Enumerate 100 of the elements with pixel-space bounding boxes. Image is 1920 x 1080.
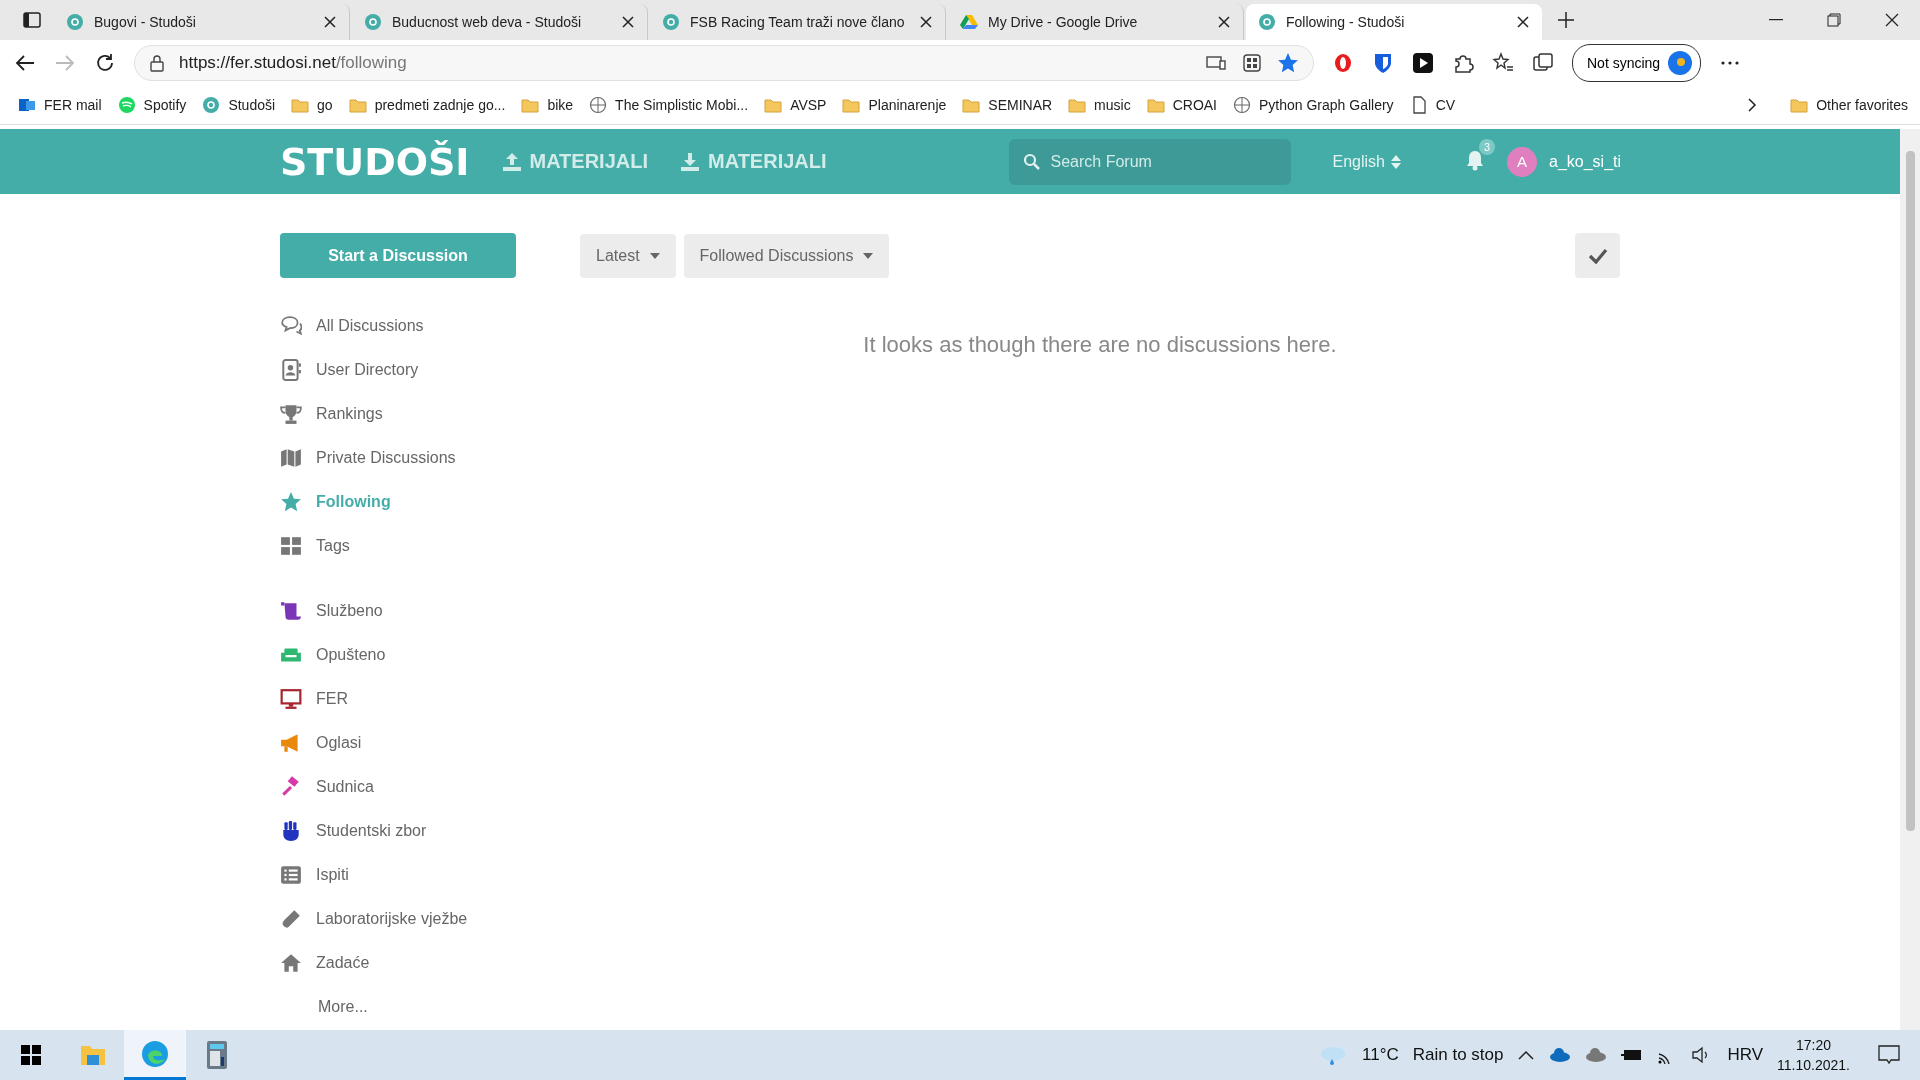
apps-icon[interactable] <box>1241 52 1263 74</box>
username: a_ko_si_ti <box>1549 152 1622 171</box>
folder-icon <box>962 96 981 114</box>
favorites-icon[interactable] <box>1492 52 1514 74</box>
close-icon[interactable] <box>1516 15 1530 29</box>
browser-tab[interactable]: FSB Racing Team traži nove člano <box>650 4 946 40</box>
tab-title: Following - Studoši <box>1286 14 1406 30</box>
site-icon <box>662 13 680 31</box>
bookmark[interactable]: Python Graph Gallery <box>1233 96 1394 114</box>
site-icon <box>1258 13 1276 31</box>
mail-icon <box>18 96 36 114</box>
address-book-icon <box>280 359 302 381</box>
clock[interactable]: 17:20 11.10.2021. <box>1777 1035 1850 1075</box>
globe-icon <box>1233 96 1251 114</box>
close-icon[interactable] <box>323 15 337 29</box>
sidebar-item[interactable]: Laboratorijske vježbe <box>280 897 580 941</box>
bookmark[interactable]: go <box>291 96 333 114</box>
cloud-icon[interactable] <box>1585 1048 1608 1062</box>
browser-tab[interactable]: My Drive - Google Drive <box>948 4 1244 40</box>
sidebar-item[interactable]: Službeno <box>280 589 580 633</box>
mark-all-read-button[interactable] <box>1575 233 1620 278</box>
temperature: 11°C <box>1362 1045 1399 1065</box>
bookmark-label: Python Graph Gallery <box>1259 97 1394 113</box>
windows-start-icon[interactable] <box>20 1044 42 1066</box>
star-icon <box>280 491 302 513</box>
bookmark-label: Other favorites <box>1816 97 1908 113</box>
bookmark-label: predmeti zadnje go... <box>374 97 506 113</box>
calculator-icon[interactable] <box>207 1041 227 1069</box>
sidebar-item[interactable]: FER <box>280 677 580 721</box>
play-icon[interactable] <box>1412 52 1434 74</box>
notification-badge: 3 <box>1479 138 1495 155</box>
sidebar-item[interactable]: Tags <box>280 524 580 568</box>
sidebar-item[interactable]: Studentski zbor <box>280 809 580 853</box>
puzzle-icon[interactable] <box>1452 52 1474 74</box>
profile-sync-button[interactable]: Not syncing <box>1572 44 1702 82</box>
bookmark-label: bike <box>547 97 574 113</box>
bookmark[interactable]: Planinarenje <box>842 96 947 114</box>
upload-icon <box>501 151 522 172</box>
collections-icon[interactable] <box>1532 52 1554 74</box>
browser-tab[interactable]: Buducnost web deva - Studoši <box>352 4 648 40</box>
sort-dropdown[interactable]: Latest <box>580 233 676 278</box>
lock-icon <box>149 54 165 72</box>
sidebar-item[interactable]: Oglasi <box>280 721 580 765</box>
bookmark[interactable]: Studoši <box>202 96 276 114</box>
sidebar-item[interactable]: Ispiti <box>280 853 580 897</box>
site-icon <box>202 96 221 114</box>
bookmark-label: FER mail <box>44 97 102 113</box>
folder-icon <box>842 96 861 114</box>
avatar-icon <box>1668 51 1693 75</box>
sidebar-item[interactable]: Private Discussions <box>280 436 580 480</box>
plus-icon[interactable] <box>1557 11 1575 29</box>
notifications-icon[interactable] <box>1878 1045 1900 1065</box>
folder-icon <box>764 96 783 114</box>
close-icon[interactable] <box>919 15 933 29</box>
tab-actions-icon[interactable] <box>23 11 41 29</box>
map-icon <box>280 447 302 469</box>
bookmark[interactable]: Spotify <box>117 96 187 114</box>
bookmark[interactable]: SEMINAR <box>962 96 1053 114</box>
cloud-icon[interactable] <box>1549 1048 1572 1062</box>
sidebar-item[interactable]: Sudnica <box>280 765 580 809</box>
download-icon <box>680 151 700 172</box>
close-icon[interactable] <box>1217 15 1231 29</box>
battery-icon[interactable] <box>1621 1048 1644 1062</box>
bookmark[interactable]: predmeti zadnje go... <box>348 96 506 114</box>
more-link[interactable]: More... <box>280 985 580 1029</box>
input-language[interactable]: HRV <box>1727 1045 1764 1065</box>
bookmark[interactable]: FER mail <box>18 96 102 114</box>
refresh-icon[interactable] <box>94 52 116 74</box>
bookmark[interactable]: AVSP <box>764 96 827 114</box>
bookmark[interactable]: The Simplistic Mobi... <box>589 96 749 114</box>
bookmark[interactable]: CROAI <box>1146 96 1217 114</box>
browser-icon[interactable] <box>140 1038 170 1069</box>
browser-tab[interactable]: Bugovi - Studoši <box>54 4 350 40</box>
sort-icon <box>1391 154 1401 169</box>
bookmark[interactable]: music <box>1068 96 1131 114</box>
filter-dropdown[interactable]: Followed Discussions <box>683 233 890 278</box>
chevron-up-icon[interactable] <box>1517 1049 1536 1061</box>
sidebar-item[interactable]: Opušteno <box>280 633 580 677</box>
bookmark-label: Spotify <box>143 97 187 113</box>
sidebar-item[interactable]: User Directory <box>280 348 580 392</box>
bookmark[interactable]: Other favorites <box>1790 96 1908 114</box>
bookmark[interactable]: bike <box>521 96 574 114</box>
search-field[interactable]: Search Forum <box>1008 138 1291 185</box>
minimize-icon[interactable] <box>1769 19 1783 21</box>
scrollbar[interactable] <box>1900 129 1920 1030</box>
star-icon[interactable] <box>1277 52 1299 74</box>
tab-title: My Drive - Google Drive <box>988 14 1139 30</box>
sidebar-item[interactable]: Rankings <box>280 392 580 436</box>
bookmark-label: CV <box>1435 97 1456 113</box>
bookmark[interactable]: CV <box>1409 96 1456 114</box>
close-icon[interactable] <box>621 15 635 29</box>
caret-icon <box>649 252 660 259</box>
sidebar-item[interactable]: Zadaće <box>280 941 580 985</box>
address-bar[interactable]: https://fer.studosi.net/following <box>134 45 1314 81</box>
chevron-right-icon[interactable] <box>1746 97 1759 113</box>
sidebar-item[interactable]: All Discussions <box>280 304 580 348</box>
folder-icon[interactable] <box>80 1044 106 1066</box>
restore-icon[interactable] <box>1827 13 1841 27</box>
close-icon[interactable] <box>1885 13 1899 27</box>
browser-tab[interactable]: Following - Studoši <box>1246 4 1542 40</box>
